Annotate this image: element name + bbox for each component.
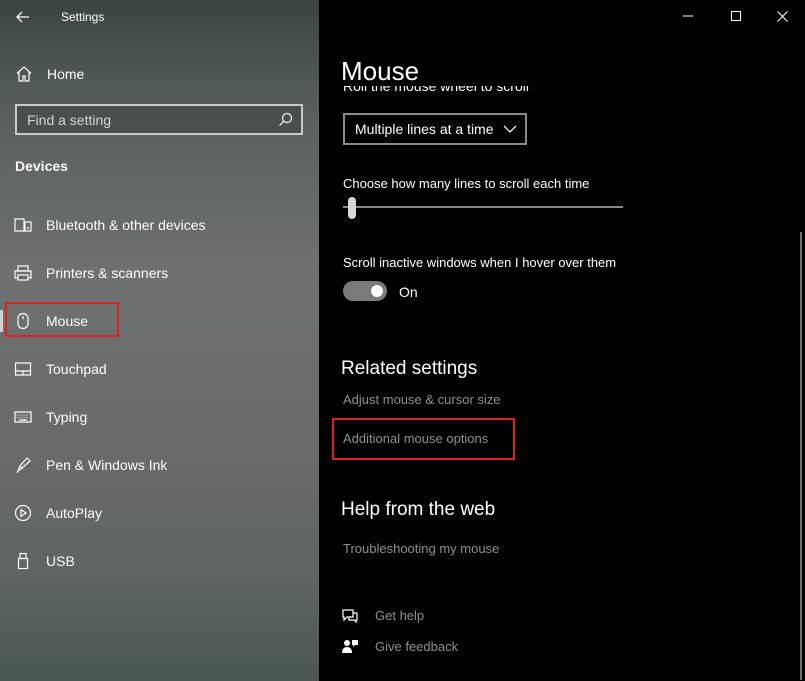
autoplay-icon: [14, 504, 32, 522]
toggle-state-label: On: [399, 284, 418, 300]
sidebar-item-label: Bluetooth & other devices: [46, 217, 206, 233]
settings-content: Mouse Roll the mouse wheel to scroll Mul…: [319, 0, 805, 681]
content-scrollbar[interactable]: [800, 232, 802, 680]
lines-to-scroll-slider[interactable]: [343, 197, 623, 219]
minimize-button[interactable]: [665, 0, 711, 32]
touchpad-icon: [14, 362, 32, 376]
get-help-link[interactable]: Get help: [341, 604, 541, 628]
chevron-down-icon: [503, 125, 517, 133]
scroll-inactive-toggle[interactable]: [343, 281, 387, 301]
sidebar-item-label: Touchpad: [46, 361, 107, 377]
home-label: Home: [47, 66, 85, 82]
scroll-mode-value: Multiple lines at a time: [355, 121, 494, 137]
sidebar-item-typing[interactable]: Typing: [0, 400, 319, 434]
close-icon: [776, 10, 788, 22]
get-help-label: Get help: [375, 608, 425, 623]
sidebar-item-label: USB: [46, 553, 75, 569]
slider-thumb[interactable]: [348, 197, 356, 219]
pen-icon: [16, 457, 31, 474]
sidebar-item-label: Printers & scanners: [46, 265, 169, 281]
usb-icon: [17, 552, 29, 570]
additional-options-highlight-box: [332, 418, 515, 460]
troubleshooting-mouse-link[interactable]: Troubleshooting my mouse: [343, 541, 499, 556]
scroll-mode-dropdown[interactable]: Multiple lines at a time: [343, 113, 527, 145]
mouse-highlight-box: [5, 302, 119, 337]
home-nav-item[interactable]: Home: [0, 58, 319, 88]
toggle-knob: [371, 285, 383, 297]
sidebar-item-usb[interactable]: USB: [0, 544, 319, 578]
sidebar-item-label: AutoPlay: [46, 505, 103, 521]
related-settings-title: Related settings: [341, 358, 478, 379]
home-icon: [16, 66, 32, 82]
feedback-icon: [342, 640, 358, 653]
close-button[interactable]: [759, 0, 805, 32]
sidebar-item-bluetooth[interactable]: Bluetooth & other devices: [0, 208, 319, 242]
sidebar-item-label: Typing: [46, 409, 88, 425]
keyboard-icon: [14, 411, 32, 423]
give-feedback-label: Give feedback: [375, 639, 459, 654]
sidebar-item-label: Pen & Windows Ink: [46, 457, 168, 473]
app-title: Settings: [61, 10, 105, 24]
minimize-icon: [683, 15, 693, 17]
get-help-icon: [342, 609, 358, 624]
search-input[interactable]: [17, 106, 301, 133]
scroll-inactive-label: Scroll inactive windows when I hover ove…: [343, 255, 617, 270]
sidebar-item-pen[interactable]: Pen & Windows Ink: [0, 448, 319, 482]
slider-track: [343, 206, 623, 208]
maximize-icon: [731, 11, 741, 21]
scroll-setting-label: Roll the mouse wheel to scroll: [343, 86, 529, 94]
sidebar-item-autoplay[interactable]: AutoPlay: [0, 496, 319, 530]
bluetooth-devices-icon: [14, 218, 32, 232]
adjust-mouse-cursor-link[interactable]: Adjust mouse & cursor size: [343, 392, 501, 407]
search-box[interactable]: [15, 104, 303, 135]
section-title: Devices: [15, 158, 68, 174]
titlebar-left: Settings: [0, 0, 319, 34]
help-from-web-title: Help from the web: [341, 499, 496, 520]
lines-to-scroll-label: Choose how many lines to scroll each tim…: [343, 176, 590, 191]
back-button[interactable]: [8, 4, 38, 30]
settings-sidebar: Settings Home Devices Bluetooth & other …: [0, 0, 319, 681]
maximize-button[interactable]: [713, 0, 759, 32]
sidebar-item-touchpad[interactable]: Touchpad: [0, 352, 319, 386]
back-arrow-icon: [16, 11, 29, 23]
search-icon: [279, 112, 293, 126]
printer-icon: [14, 265, 32, 281]
give-feedback-link[interactable]: Give feedback: [341, 635, 541, 659]
scroll-setting-label-clip: Roll the mouse wheel to scroll: [343, 86, 643, 104]
page-title: Mouse: [341, 56, 420, 86]
sidebar-item-printers[interactable]: Printers & scanners: [0, 256, 319, 290]
